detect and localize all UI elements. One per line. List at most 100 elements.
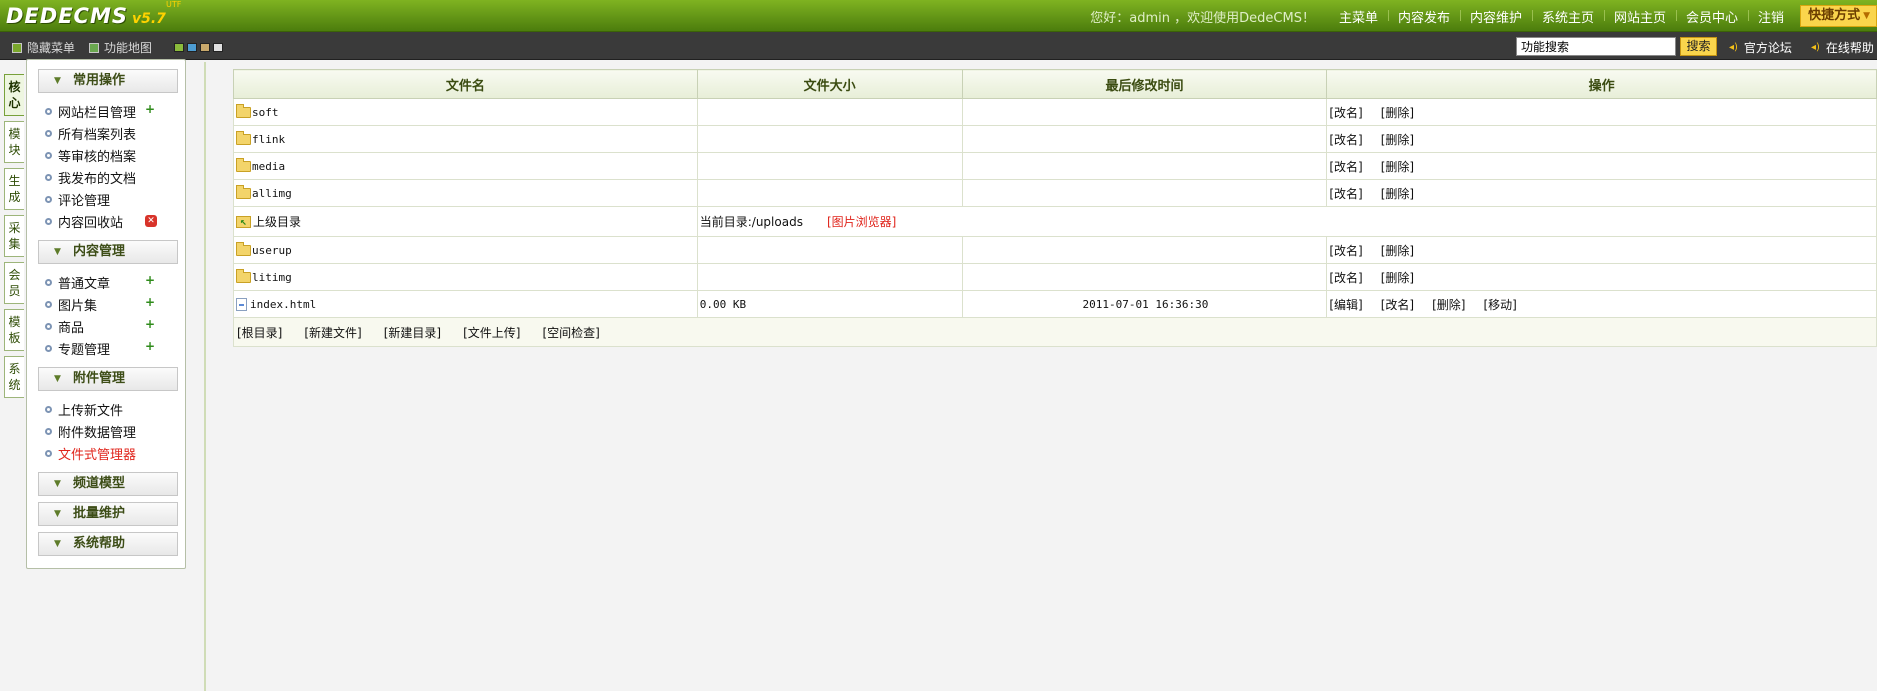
root-dir-link[interactable]: [根目录] — [237, 324, 282, 341]
quick-access-button[interactable]: 快捷方式 ▼ — [1800, 5, 1877, 27]
add-article-icon[interactable]: + — [144, 274, 156, 287]
menu-item-image-sets[interactable]: 图片集 — [45, 295, 97, 314]
new-dir-link[interactable]: [新建目录] — [384, 324, 441, 341]
folder-icon — [236, 157, 251, 172]
hide-menu-icon — [12, 42, 22, 53]
folder-link[interactable]: media — [252, 160, 285, 173]
nav-logout[interactable]: 注销 — [1748, 7, 1794, 26]
menu-item-site-columns[interactable]: 网站栏目管理 — [45, 102, 136, 121]
group-content-manage[interactable]: ▼ 内容管理 — [38, 240, 178, 264]
menu-item-all-archives[interactable]: 所有档案列表 — [45, 124, 136, 143]
folder-icon — [236, 103, 251, 118]
add-product-icon[interactable]: + — [144, 318, 156, 331]
vtab-modules[interactable]: 模块 — [4, 121, 24, 163]
move-link[interactable]: [移动] — [1483, 296, 1516, 313]
delete-link[interactable]: [删除] — [1381, 242, 1414, 259]
skin-tan-swatch[interactable] — [200, 43, 210, 52]
logo-version: v5.7 — [132, 11, 166, 27]
file-modified — [961, 125, 1328, 153]
parent-dir-link[interactable]: 上级目录 — [253, 213, 301, 230]
rename-link[interactable]: [改名] — [1381, 296, 1414, 313]
speaker-icon: ◂) — [1729, 42, 1738, 53]
hide-menu-button[interactable]: 隐藏菜单 — [12, 39, 75, 56]
menu-item-attachment-data[interactable]: 附件数据管理 — [45, 422, 136, 441]
menu-item-recycle-bin[interactable]: 内容回收站 — [45, 212, 123, 231]
official-forum-link[interactable]: ◂) 官方论坛 — [1729, 39, 1792, 56]
menu-item-articles[interactable]: 普通文章 — [45, 273, 110, 292]
nav-member-center[interactable]: 会员中心 — [1676, 7, 1748, 26]
rename-link[interactable]: [改名] — [1329, 185, 1362, 202]
function-map-button[interactable]: 功能地图 — [89, 39, 152, 56]
online-help-link[interactable]: ◂) 在线帮助 — [1811, 39, 1874, 56]
rename-link[interactable]: [改名] — [1329, 104, 1362, 121]
folder-link[interactable]: soft — [252, 106, 279, 119]
group-attachments[interactable]: ▼ 附件管理 — [38, 367, 178, 391]
skin-green-swatch[interactable] — [174, 43, 184, 52]
delete-link[interactable]: [删除] — [1381, 185, 1414, 202]
group-batch-maintain[interactable]: ▼ 批量维护 — [38, 502, 178, 526]
official-forum-label: 官方论坛 — [1743, 41, 1792, 55]
chevron-down-icon: ▼ — [54, 479, 61, 489]
menu-item-topics[interactable]: 专题管理 — [45, 339, 110, 358]
vtab-generate[interactable]: 生成 — [4, 168, 24, 210]
function-search-input[interactable] — [1516, 37, 1676, 56]
rename-link[interactable]: [改名] — [1329, 269, 1362, 286]
add-column-icon[interactable]: + — [144, 103, 156, 116]
space-check-link[interactable]: [空间检查] — [543, 324, 600, 341]
delete-link[interactable]: [删除] — [1381, 131, 1414, 148]
nav-system-home[interactable]: 系统主页 — [1532, 7, 1604, 26]
delete-link[interactable]: [删除] — [1381, 104, 1414, 121]
menu-item-my-documents[interactable]: 我发布的文档 — [45, 168, 136, 187]
edit-link[interactable]: [编辑] — [1329, 296, 1362, 313]
welcome-text: 您好：admin ，欢迎使用DedeCMS！ — [1090, 10, 1315, 26]
menu-item-products[interactable]: 商品 — [45, 317, 84, 336]
rename-link[interactable]: [改名] — [1329, 131, 1362, 148]
delete-link[interactable]: [删除] — [1381, 269, 1414, 286]
vtab-system[interactable]: 系统 — [4, 356, 24, 398]
folder-link[interactable]: allimg — [252, 187, 292, 200]
group-common-ops[interactable]: ▼ 常用操作 — [38, 69, 178, 93]
vtab-members[interactable]: 会员 — [4, 262, 24, 304]
folder-link[interactable]: userup — [252, 244, 292, 257]
menu-item-upload-file[interactable]: 上传新文件 — [45, 400, 123, 419]
image-browser-link[interactable]: [图片浏览器] — [827, 215, 896, 229]
col-header-filename: 文件名 — [233, 69, 698, 99]
group-title: 频道模型 — [73, 476, 126, 491]
table-row: soft [改名] [删除] — [233, 98, 1877, 126]
menu-item-file-manager[interactable]: 文件式管理器 — [45, 444, 136, 463]
current-dir-label: 当前目录: — [699, 215, 752, 229]
nav-content-maintain[interactable]: 内容维护 — [1459, 7, 1532, 26]
rename-link[interactable]: [改名] — [1329, 242, 1362, 259]
rename-link[interactable]: [改名] — [1329, 158, 1362, 175]
delete-link[interactable]: [删除] — [1432, 296, 1465, 313]
file-modified — [961, 152, 1328, 180]
skin-blue-swatch[interactable] — [187, 43, 197, 52]
add-topic-icon[interactable]: + — [144, 340, 156, 353]
skin-gray-swatch[interactable] — [213, 43, 223, 52]
upload-file-link[interactable]: [文件上传] — [463, 324, 520, 341]
group-title: 常用操作 — [73, 73, 126, 88]
toolbar: 隐藏菜单 功能地图 搜索 ◂) 官方论坛 ◂) 在线帮助 — [0, 32, 1877, 60]
bullet-icon — [45, 195, 52, 203]
nav-main-menu[interactable]: 主菜单 — [1329, 7, 1388, 26]
frame-divider[interactable] — [204, 62, 206, 691]
group-system-help[interactable]: ▼ 系统帮助 — [38, 532, 178, 556]
nav-content-publish[interactable]: 内容发布 — [1387, 7, 1460, 26]
vtab-collect[interactable]: 采集 — [4, 215, 24, 257]
vtab-templates[interactable]: 模板 — [4, 309, 24, 351]
add-image-set-icon[interactable]: + — [144, 296, 156, 309]
logo: DEDECMS v5.7 — [6, 2, 166, 30]
trash-icon[interactable]: ✕ — [145, 215, 157, 227]
folder-link[interactable]: flink — [252, 133, 285, 146]
delete-link[interactable]: [删除] — [1381, 158, 1414, 175]
menu-item-comments[interactable]: 评论管理 — [45, 190, 111, 209]
search-button[interactable]: 搜索 — [1680, 37, 1717, 56]
file-link[interactable]: index.html — [250, 298, 316, 311]
folder-link[interactable]: litimg — [252, 271, 292, 284]
nav-site-home[interactable]: 网站主页 — [1604, 7, 1676, 26]
vtab-core[interactable]: 核心 — [4, 74, 24, 116]
group-channel-models[interactable]: ▼ 频道模型 — [38, 472, 178, 496]
menu-item-label: 评论管理 — [58, 193, 111, 209]
menu-item-pending-archives[interactable]: 等审核的档案 — [45, 146, 136, 165]
new-file-link[interactable]: [新建文件] — [304, 324, 361, 341]
